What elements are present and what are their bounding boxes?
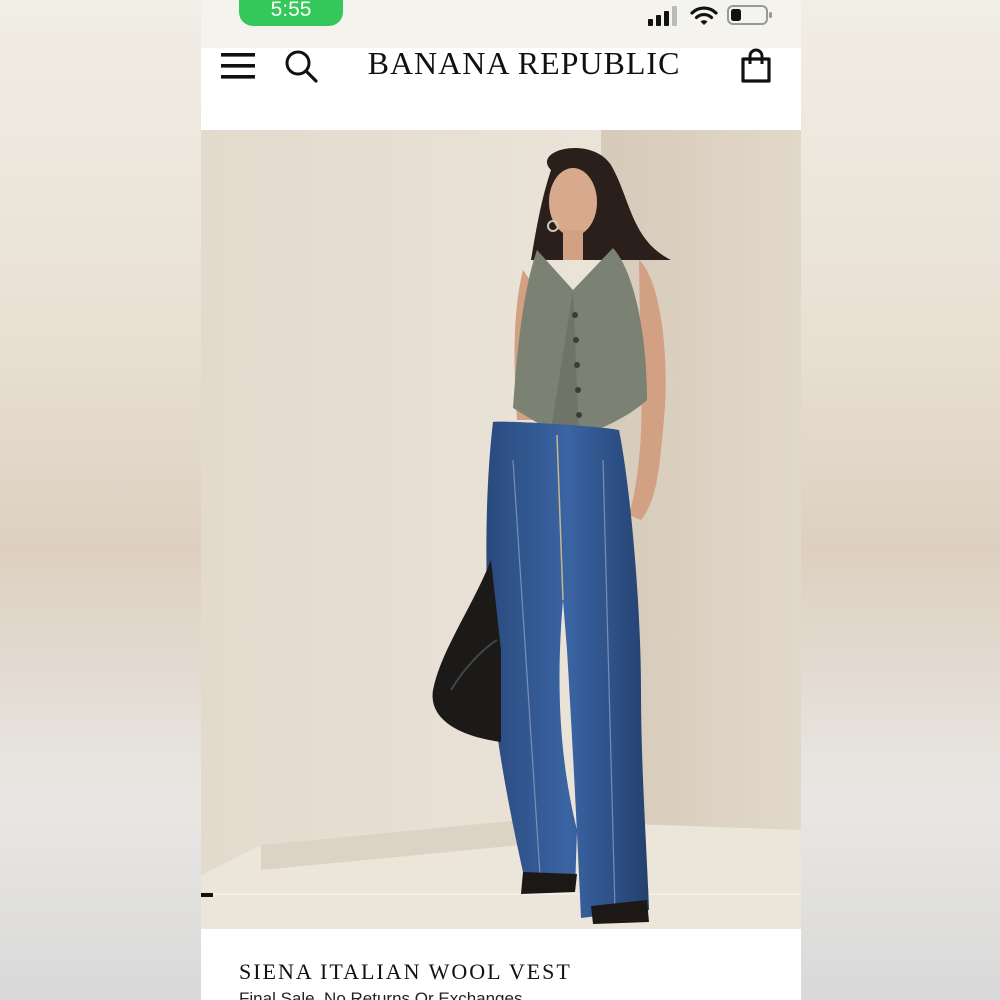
- product-info: SIENA ITALIAN WOOL VEST Final Sale, No R…: [201, 929, 801, 1000]
- brand-logo[interactable]: BANANA REPUBLIC: [361, 46, 687, 80]
- top-navigation: BANANA REPUBLIC: [201, 46, 801, 130]
- carousel-indicator: [201, 893, 213, 897]
- wifi-icon: [690, 6, 718, 25]
- search-icon[interactable]: [283, 48, 319, 84]
- blurred-background-right: [801, 0, 1000, 1000]
- phone-screen: 5:55 BANANA REPUBLIC SIENA ITALIAN WOOL …: [201, 0, 801, 1000]
- status-bar: 5:55: [201, 0, 801, 48]
- menu-icon[interactable]: [219, 50, 257, 82]
- status-time: 5:55: [239, 0, 343, 26]
- blurred-background-left: [0, 0, 201, 1000]
- product-title: SIENA ITALIAN WOOL VEST: [239, 959, 572, 984]
- sale-notice: Final Sale, No Returns Or Exchanges: [239, 989, 523, 1000]
- product-photo-illustration: [201, 130, 801, 929]
- cellular-signal-icon: [648, 6, 677, 26]
- shopping-bag-icon[interactable]: [739, 48, 773, 84]
- battery-icon: [727, 5, 772, 25]
- product-image[interactable]: [201, 130, 801, 929]
